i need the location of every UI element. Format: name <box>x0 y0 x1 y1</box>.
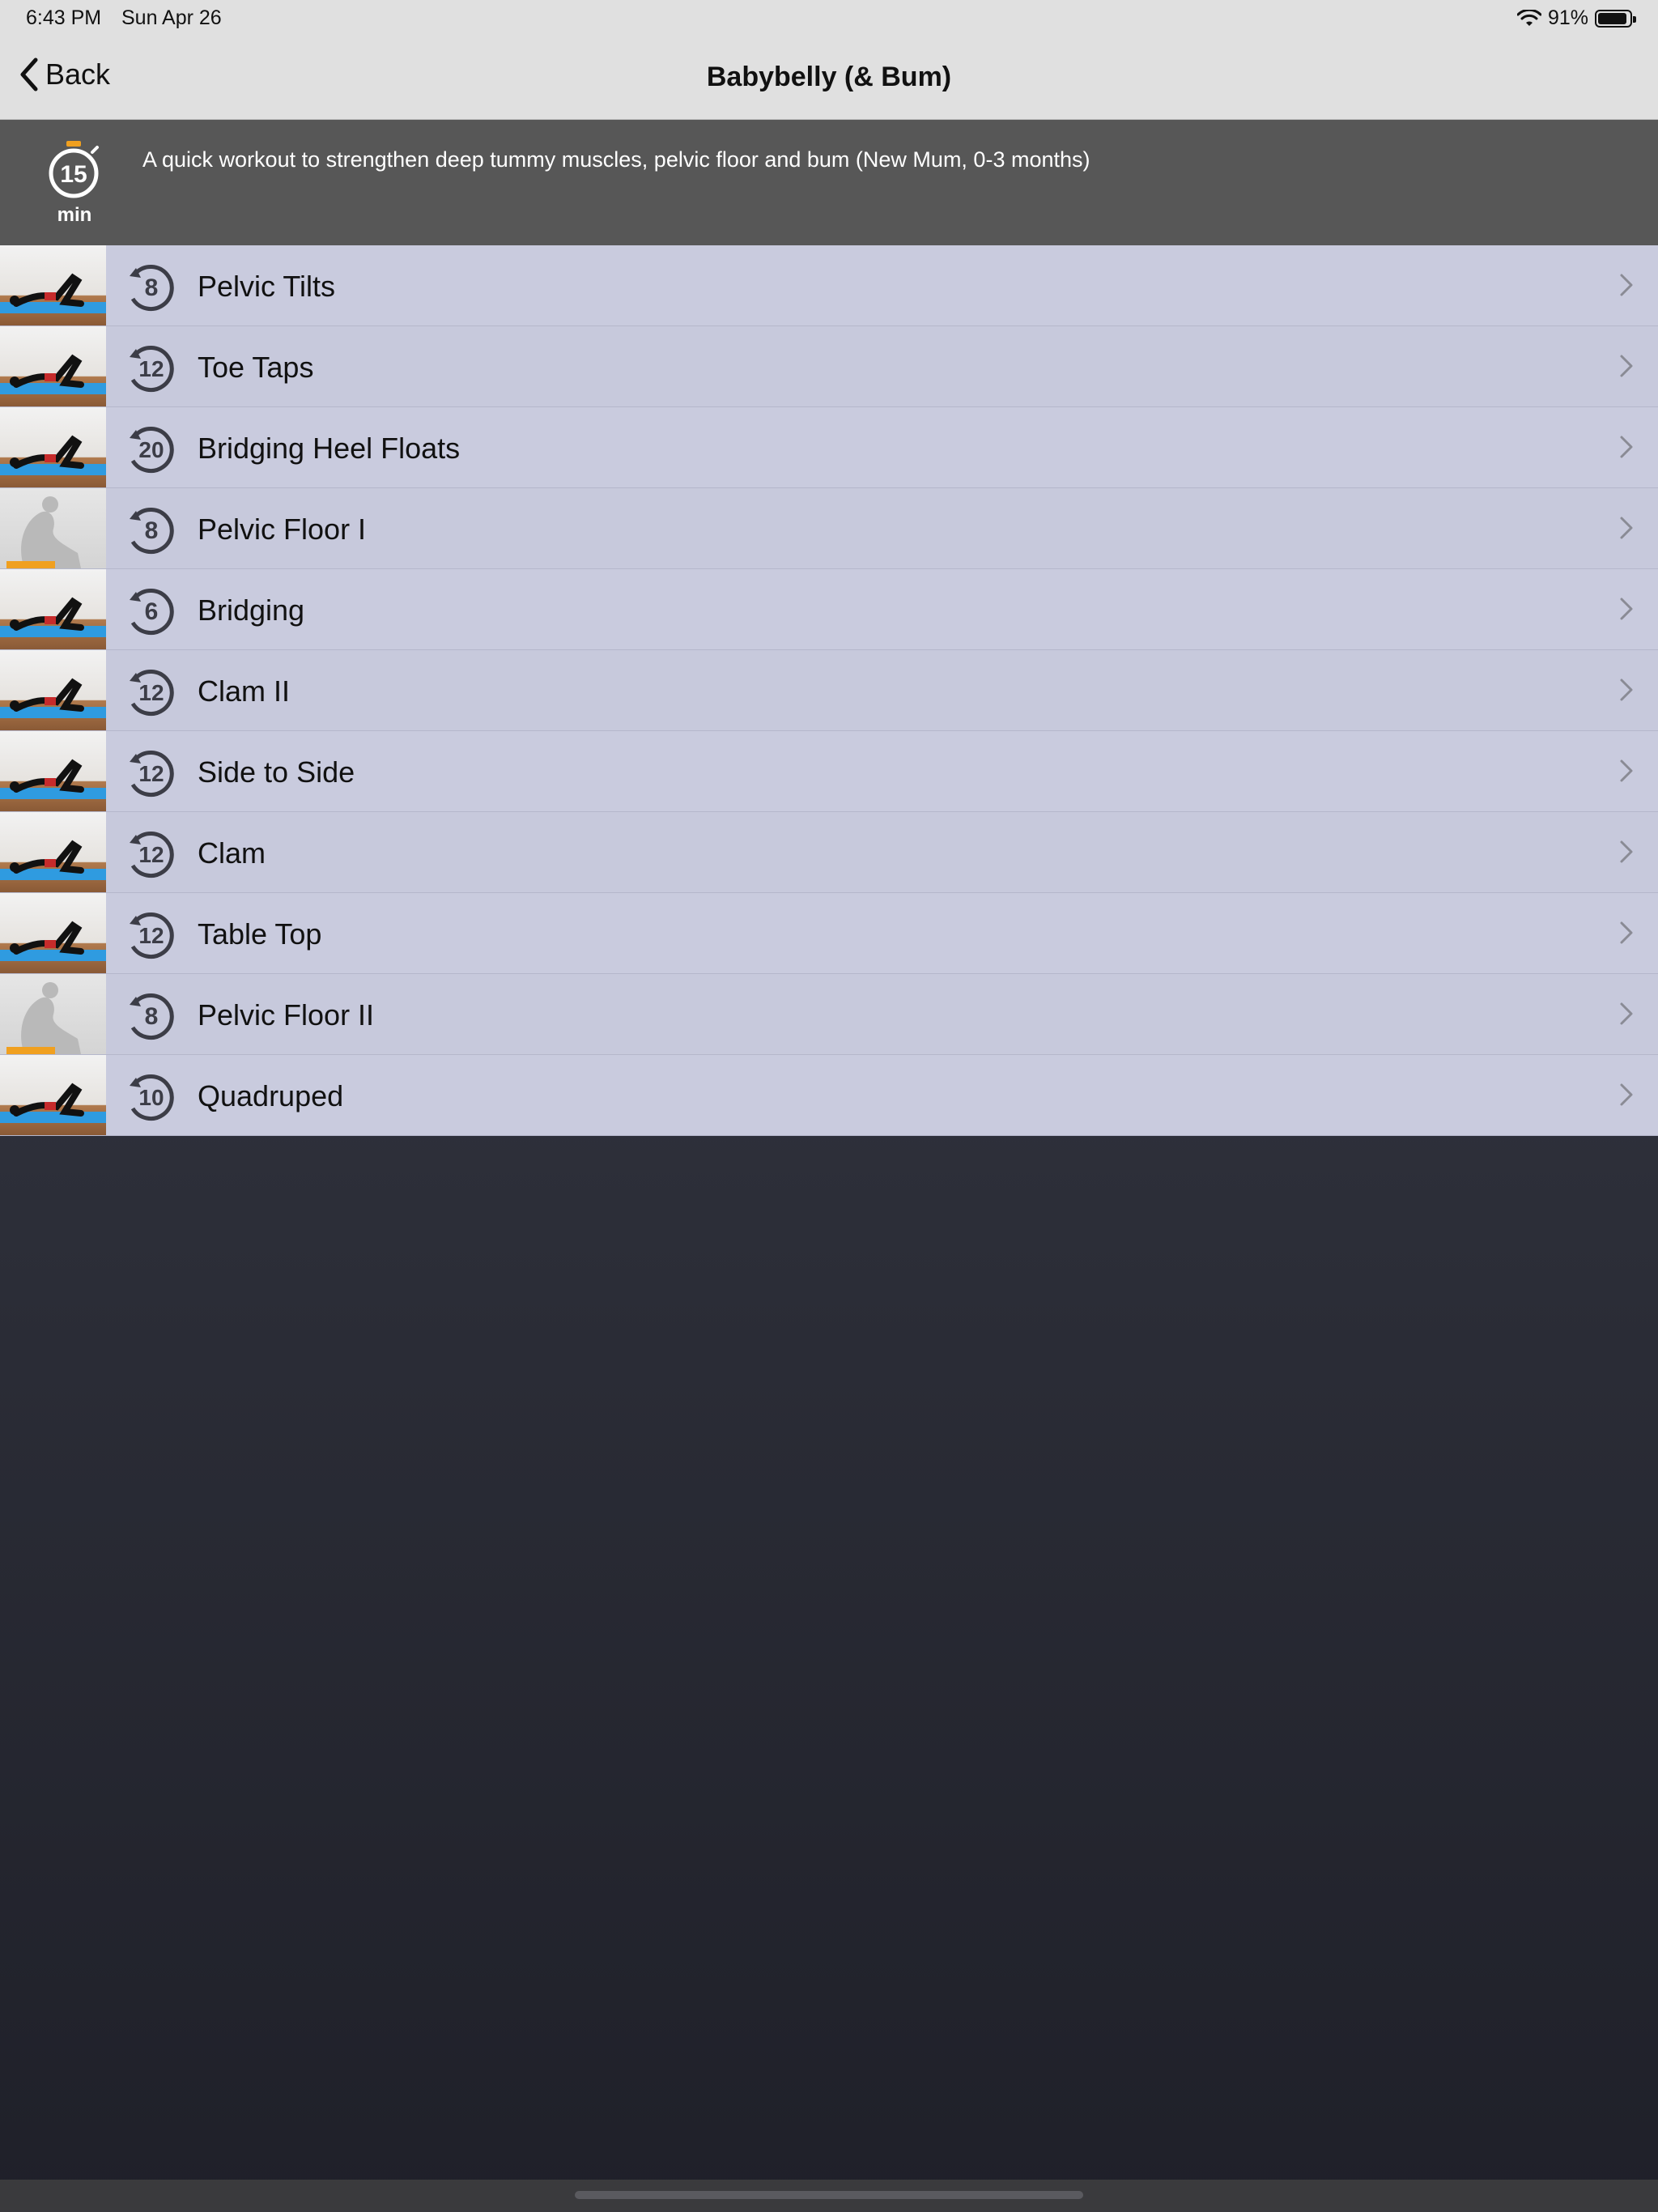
status-time: 6:43 PM <box>26 6 102 29</box>
repetitions-count: 12 <box>138 680 164 705</box>
exercise-thumbnail <box>0 245 106 325</box>
exercise-list: 8 Pelvic Tilts 12 Toe Taps 20 Bridging H… <box>0 245 1658 1136</box>
exercise-thumbnail <box>0 569 106 649</box>
chevron-right-icon <box>1620 436 1633 458</box>
exercise-name: Pelvic Floor II <box>198 998 375 1032</box>
exercise-thumbnail <box>0 893 106 973</box>
chevron-right-icon <box>1620 678 1633 701</box>
repetitions-icon: 8 <box>130 993 174 1040</box>
exercise-row[interactable]: 12 Clam <box>0 812 1658 893</box>
battery-percent: 91% <box>1547 6 1588 29</box>
repetitions-icon: 6 <box>130 589 174 635</box>
repetitions-icon: 12 <box>130 751 174 797</box>
repetitions-icon: 10 <box>130 1074 174 1121</box>
page-title: Babybelly (& Bum) <box>706 62 952 92</box>
exercise-row[interactable]: 6 Bridging <box>0 569 1658 650</box>
repetitions-icon: 12 <box>130 912 174 959</box>
repetitions-count: 8 <box>145 274 159 301</box>
exercise-row[interactable]: 20 Bridging Heel Floats <box>0 407 1658 488</box>
exercise-name: Clam II <box>198 674 291 708</box>
exercise-name: Pelvic Floor I <box>198 513 367 546</box>
exercise-row[interactable]: 8 Pelvic Floor II <box>0 974 1658 1055</box>
repetitions-count: 6 <box>145 598 159 625</box>
chevron-right-icon <box>1620 274 1633 296</box>
exercise-row[interactable]: 12 Table Top <box>0 893 1658 974</box>
navigation-bar: Back Babybelly (& Bum) <box>0 39 1658 120</box>
home-indicator[interactable] <box>575 2191 1083 2199</box>
exercise-name: Bridging <box>198 593 305 627</box>
repetitions-count: 8 <box>145 1003 159 1030</box>
repetitions-count: 12 <box>138 842 164 867</box>
chevron-right-icon <box>1620 759 1633 782</box>
exercise-thumbnail <box>0 650 106 730</box>
exercise-thumbnail <box>0 974 106 1054</box>
chevron-right-icon <box>1620 921 1633 944</box>
exercise-row[interactable]: 8 Pelvic Tilts <box>0 245 1658 326</box>
exercise-thumbnail <box>0 1055 106 1135</box>
exercise-thumbnail <box>0 488 106 568</box>
chevron-right-icon <box>1620 840 1633 863</box>
repetitions-count: 12 <box>138 356 164 381</box>
stopwatch-icon: 15 <box>49 141 99 198</box>
repetitions-count: 20 <box>138 437 164 462</box>
duration-value: 15 <box>60 161 87 188</box>
status-bar: 6:43 PM Sun Apr 26 91% <box>0 0 1658 39</box>
chevron-right-icon <box>1620 517 1633 539</box>
repetitions-icon: 12 <box>130 832 174 878</box>
repetitions-icon: 8 <box>130 265 174 311</box>
exercise-thumbnail <box>0 407 106 487</box>
exercise-row[interactable]: 12 Side to Side <box>0 731 1658 812</box>
workout-description: A quick workout to strengthen deep tummy… <box>142 147 1090 172</box>
wifi-icon <box>1516 9 1541 26</box>
repetitions-count: 12 <box>138 923 164 948</box>
exercise-row[interactable]: 8 Pelvic Floor I <box>0 488 1658 569</box>
repetitions-count: 8 <box>145 517 159 544</box>
battery-level <box>1598 12 1626 24</box>
chevron-right-icon <box>1620 1083 1633 1106</box>
repetitions-count: 12 <box>138 761 164 786</box>
repetitions-icon: 20 <box>130 427 174 473</box>
chevron-right-icon <box>1620 355 1633 377</box>
exercise-row[interactable]: 10 Quadruped <box>0 1055 1658 1136</box>
exercise-name: Toe Taps <box>198 351 314 384</box>
exercise-thumbnail <box>0 731 106 811</box>
repetitions-icon: 12 <box>130 670 174 716</box>
workout-header: 15 min A quick workout to strengthen dee… <box>0 120 1658 245</box>
chevron-right-icon <box>1620 598 1633 620</box>
repetitions-icon: 8 <box>130 508 174 554</box>
exercise-name: Bridging Heel Floats <box>198 432 461 465</box>
exercise-name: Clam <box>198 836 266 870</box>
exercise-thumbnail <box>0 812 106 892</box>
duration-unit: min <box>57 204 92 226</box>
exercise-name: Quadruped <box>198 1079 344 1112</box>
status-indicators: 91% <box>1516 6 1636 30</box>
exercise-thumbnail <box>0 326 106 406</box>
exercise-row[interactable]: 12 Clam II <box>0 650 1658 731</box>
battery-icon <box>1595 9 1636 28</box>
exercise-name: Side to Side <box>198 755 355 789</box>
chevron-right-icon <box>1620 1002 1633 1025</box>
repetitions-count: 10 <box>138 1085 164 1110</box>
status-date: Sun Apr 26 <box>121 6 222 29</box>
repetitions-icon: 12 <box>130 346 174 392</box>
exercise-row[interactable]: 12 Toe Taps <box>0 326 1658 407</box>
exercise-name: Pelvic Tilts <box>198 270 336 303</box>
duration-badge: 15 min <box>42 138 107 227</box>
exercise-name: Table Top <box>198 917 322 951</box>
